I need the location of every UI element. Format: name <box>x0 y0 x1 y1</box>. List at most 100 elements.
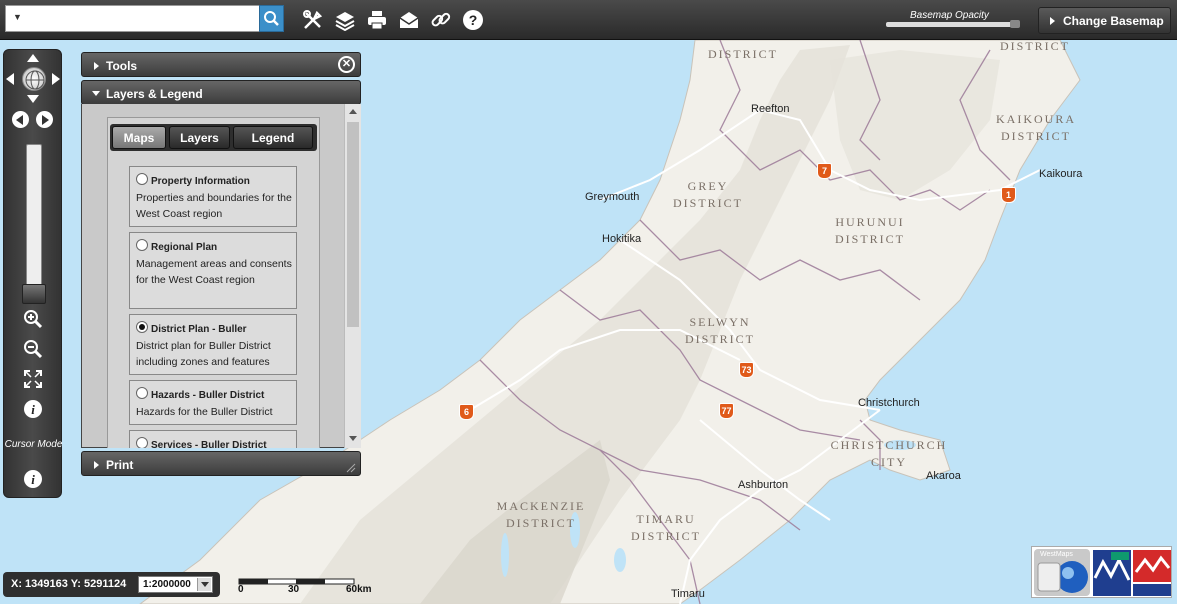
change-basemap-label: Change Basemap <box>1063 14 1164 28</box>
map-option-radio[interactable] <box>136 387 148 399</box>
map-option-radio[interactable] <box>136 173 148 185</box>
expand-arrow-icon <box>1050 17 1055 25</box>
map-option-description: Management areas and consents for the We… <box>136 258 292 286</box>
scroll-up-icon[interactable] <box>349 109 357 114</box>
highway-shield: 6 <box>459 404 474 420</box>
scale-bar-label: 30 <box>288 584 300 595</box>
map-option[interactable]: Hazards - Buller District Hazards for th… <box>129 380 297 425</box>
scrollbar[interactable] <box>344 104 361 448</box>
pan-left-icon[interactable] <box>6 73 14 85</box>
top-toolbar: ▼ ? Basemap Opacity Change Basemap <box>0 0 1177 40</box>
zoom-slider-handle[interactable] <box>22 284 46 304</box>
email-icon[interactable] <box>398 9 420 31</box>
map-option-radio-selected[interactable] <box>136 321 148 333</box>
search-icon <box>264 11 279 26</box>
place-label: Kaikoura <box>1039 168 1083 180</box>
tab-layers[interactable]: Layers <box>169 126 230 149</box>
layers-panel-body: Maps Layers Legend Property Information … <box>81 104 361 448</box>
map-option-title: District Plan - Buller <box>151 324 247 335</box>
map-option[interactable]: Regional Plan Management areas and conse… <box>129 232 297 309</box>
highway-shield: 7 <box>817 163 832 179</box>
map-option-title: Regional Plan <box>151 242 218 253</box>
tools-panel-header[interactable]: Tools ✕ <box>81 52 361 77</box>
map-option-description: District plan for Buller District includ… <box>136 340 271 368</box>
help-icon[interactable]: ? <box>462 9 484 31</box>
expand-arrow-icon <box>94 461 99 469</box>
resize-handle-icon[interactable] <box>346 463 356 473</box>
basemap-opacity-handle[interactable] <box>1010 20 1020 28</box>
map-option-title: Services - Buller District <box>151 440 267 448</box>
highway-shield: 1 <box>1001 187 1016 203</box>
highway-shield: 73 <box>739 362 754 378</box>
search-dropdown-icon[interactable]: ▼ <box>13 12 22 22</box>
previous-extent-icon[interactable] <box>12 111 29 128</box>
print-panel-title: Print <box>106 458 134 472</box>
print-panel-header[interactable]: Print <box>81 451 361 476</box>
westmaps-logo: WestMaps <box>1034 549 1090 596</box>
next-extent-icon[interactable] <box>36 111 53 128</box>
svg-text:i: i <box>31 472 35 487</box>
full-extent-globe-icon[interactable] <box>22 67 46 91</box>
map-option[interactable]: Property Information Properties and boun… <box>129 166 297 227</box>
pan-down-icon[interactable] <box>27 95 39 103</box>
district-label: HURUNUI DISTRICT <box>835 215 905 246</box>
district-label: KAIKOURA DISTRICT <box>996 112 1076 143</box>
tab-maps[interactable]: Maps <box>112 126 166 149</box>
scale-bar-label: 0 <box>238 584 244 595</box>
district-label: MACKENZIE DISTRICT <box>496 499 586 530</box>
close-icon[interactable]: ✕ <box>338 56 355 73</box>
map-option-radio[interactable] <box>136 239 148 251</box>
map-option[interactable]: District Plan - Buller District plan for… <box>129 314 297 375</box>
basemap-opacity-label: Basemap Opacity <box>910 10 989 21</box>
collapse-arrow-icon <box>92 91 100 96</box>
map-option-description: Hazards for the Buller District <box>136 406 273 418</box>
buller-district-council-logo <box>1133 550 1171 596</box>
change-basemap-button[interactable]: Change Basemap <box>1038 7 1171 34</box>
cursor-mode-info-icon[interactable]: i <box>22 468 44 490</box>
tools-icon[interactable] <box>302 9 324 31</box>
tab-legend[interactable]: Legend <box>233 126 313 149</box>
place-label: Greymouth <box>585 191 640 203</box>
coordinates-text: X: 1349163 Y: 5291124 <box>11 578 127 590</box>
district-label: DISTRICT <box>1000 39 1070 53</box>
place-label: Ashburton <box>738 479 789 491</box>
district-label: CHRISTCHURCH CITY <box>830 438 948 469</box>
place-label: Timaru <box>671 588 705 600</box>
pan-up-icon[interactable] <box>27 54 39 62</box>
map-navigation: i Cursor Mode i <box>3 49 62 498</box>
scale-select[interactable]: 1:2000000 <box>138 576 213 593</box>
zoom-in-icon[interactable] <box>22 308 44 330</box>
link-icon[interactable] <box>430 9 452 31</box>
logos: WestMaps <box>1031 546 1172 598</box>
basemap-opacity-slider[interactable] <box>886 22 1020 27</box>
map-option-radio[interactable] <box>136 437 148 448</box>
zoom-slider[interactable] <box>26 144 42 289</box>
search-input[interactable] <box>28 9 256 28</box>
chevron-down-icon[interactable] <box>197 578 211 591</box>
print-icon[interactable] <box>366 9 388 31</box>
place-label: Christchurch <box>858 397 920 409</box>
svg-text:?: ? <box>469 12 478 28</box>
layers-icon[interactable] <box>334 9 356 31</box>
map-option-description: Properties and boundaries for the West C… <box>136 192 292 220</box>
district-label: GREY DISTRICT <box>673 179 743 210</box>
map-option-title: Hazards - Buller District <box>151 390 265 401</box>
tools-panel-title: Tools <box>106 59 138 73</box>
zoom-out-icon[interactable] <box>22 338 44 360</box>
expand-arrow-icon <box>94 62 99 70</box>
district-label: TIMARU DISTRICT <box>631 512 701 543</box>
info-icon[interactable]: i <box>22 398 44 420</box>
map-option[interactable]: Services - Buller District <box>129 430 297 448</box>
scrollbar-thumb[interactable] <box>347 122 359 327</box>
layers-panel-header[interactable]: Layers & Legend <box>81 80 361 105</box>
search-box[interactable]: ▼ <box>5 5 261 32</box>
maps-container: Maps Layers Legend Property Information … <box>107 117 320 448</box>
place-label: Hokitika <box>602 233 642 245</box>
pan-right-icon[interactable] <box>52 73 60 85</box>
highway-shield: 77 <box>719 403 734 419</box>
place-label: Akaroa <box>926 470 961 482</box>
fullscreen-icon[interactable] <box>22 368 44 390</box>
scale-bar-label: 60km <box>346 584 372 595</box>
scroll-down-icon[interactable] <box>349 436 357 441</box>
search-button[interactable] <box>259 5 284 32</box>
